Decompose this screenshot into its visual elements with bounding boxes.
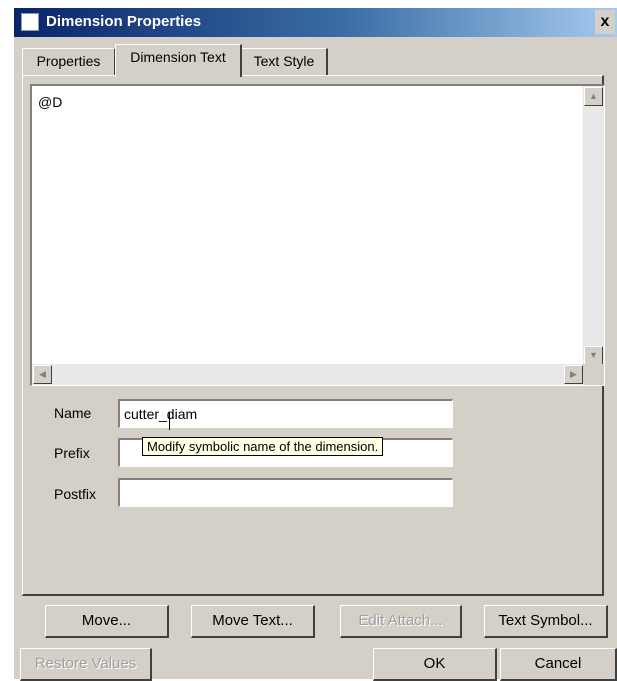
scrollbar-corner bbox=[583, 364, 604, 385]
scroll-right-icon[interactable]: ▶ bbox=[564, 365, 583, 384]
vertical-scrollbar[interactable]: ▲ ▼ bbox=[583, 86, 604, 366]
tab-properties[interactable]: Properties bbox=[22, 48, 116, 76]
window-title: Dimension Properties bbox=[46, 13, 202, 30]
dimension-properties-dialog: Dimension Properties x Properties Dimens… bbox=[14, 8, 617, 681]
app-icon bbox=[21, 13, 39, 31]
postfix-field[interactable] bbox=[118, 478, 453, 507]
move-button[interactable]: Move... bbox=[45, 605, 169, 638]
name-tooltip: Modify symbolic name of the dimension. bbox=[142, 437, 384, 456]
text-symbol-button[interactable]: Text Symbol... bbox=[484, 605, 608, 638]
prefix-label: Prefix bbox=[54, 445, 90, 461]
horizontal-scrollbar[interactable]: ◀ ▶ bbox=[32, 364, 584, 385]
dimension-text-area[interactable]: @D ▲ ▼ ◀ ▶ bbox=[30, 84, 605, 386]
edit-attach-button[interactable]: Edit Attach... bbox=[340, 605, 462, 638]
title-bar[interactable]: Dimension Properties x bbox=[14, 8, 617, 37]
restore-values-button[interactable]: Restore Values bbox=[20, 648, 152, 681]
tab-text-style[interactable]: Text Style bbox=[241, 48, 328, 76]
scroll-left-icon[interactable]: ◀ bbox=[33, 365, 52, 384]
cancel-button[interactable]: Cancel bbox=[500, 648, 617, 681]
scroll-down-icon[interactable]: ▼ bbox=[584, 346, 603, 365]
close-button[interactable]: x bbox=[595, 10, 615, 34]
text-cursor-icon bbox=[169, 412, 178, 430]
move-text-button[interactable]: Move Text... bbox=[191, 605, 315, 638]
ok-button[interactable]: OK bbox=[373, 648, 497, 681]
scroll-up-icon[interactable]: ▲ bbox=[584, 87, 603, 106]
dimension-text-content[interactable]: @D bbox=[38, 94, 62, 110]
name-label: Name bbox=[54, 405, 92, 421]
tab-dimension-text[interactable]: Dimension Text bbox=[115, 44, 242, 77]
postfix-label: Postfix bbox=[54, 486, 97, 502]
